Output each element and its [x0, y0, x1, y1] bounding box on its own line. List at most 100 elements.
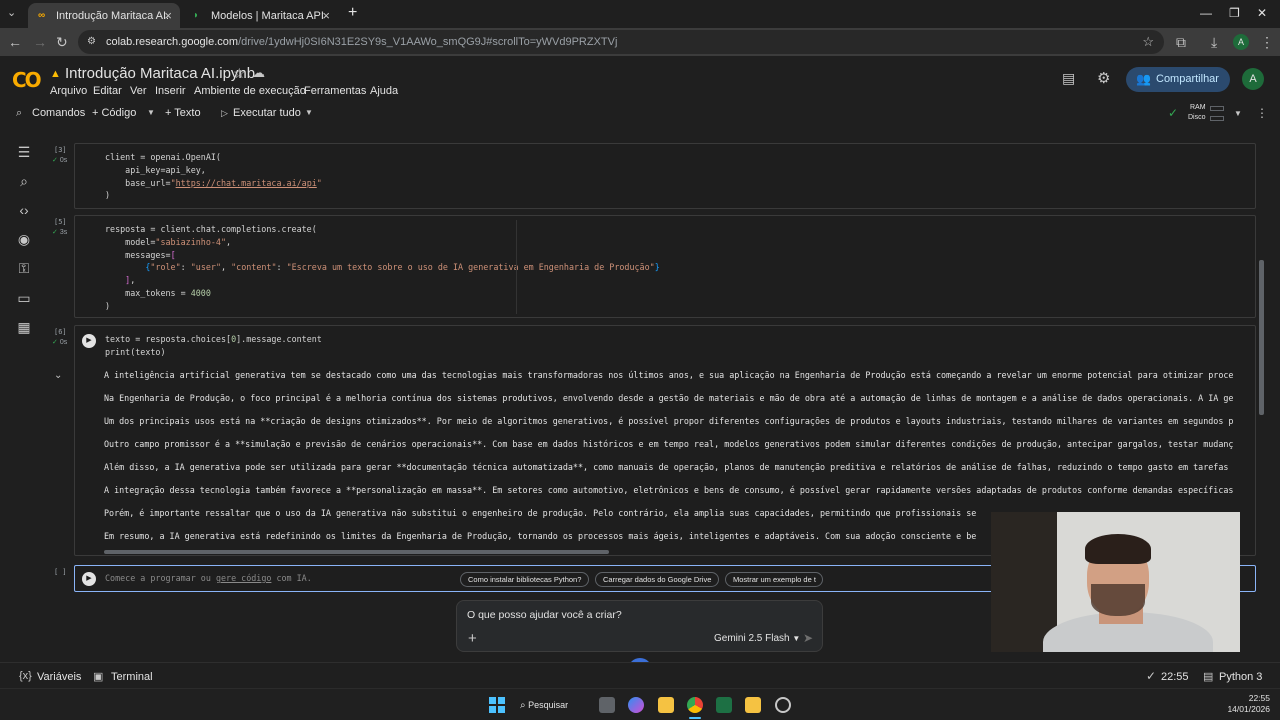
minimize-icon[interactable]: — [1200, 6, 1212, 20]
cell-execution-count: [ ] [54, 568, 67, 576]
send-icon[interactable]: ➤ [803, 631, 813, 645]
find-icon[interactable]: ⌕ [16, 173, 32, 189]
taskbar-search[interactable]: ⌕ Pesquisar [520, 695, 584, 715]
secrets-key-icon[interactable]: ⚿ [16, 260, 32, 276]
run-all-button[interactable]: Executar tudo [233, 107, 301, 119]
menu-ambiente[interactable]: Ambiente de execução [194, 85, 306, 97]
settings-gear-icon[interactable] [775, 697, 791, 713]
model-selector[interactable]: Gemini 2.5 Flash ▼ [714, 633, 800, 644]
menu-inserir[interactable]: Inserir [155, 85, 186, 97]
colab-logo[interactable]: CO [12, 68, 42, 92]
copilot-icon[interactable] [628, 697, 644, 713]
code-dropdown-icon[interactable]: ▼ [147, 108, 155, 117]
notebook-vertical-scrollbar[interactable] [1259, 260, 1264, 415]
task-view-icon[interactable] [599, 697, 615, 713]
taskbar-clock[interactable]: 22:55 14/01/2026 [1227, 693, 1270, 715]
star-icon[interactable]: ☆ [233, 65, 246, 82]
run-all-dropdown-icon[interactable]: ▼ [305, 108, 313, 117]
cell-exec-time: ✓ 3s [52, 229, 68, 236]
clock-date: 14/01/2026 [1227, 704, 1270, 714]
file-explorer-icon[interactable] [658, 697, 674, 713]
code-line: model="sabiazinho-4", [105, 236, 232, 247]
files-folder-icon[interactable]: ▭ [16, 290, 32, 306]
download-icon[interactable]: ⤓ [1211, 34, 1217, 50]
comments-icon[interactable]: ▤ [1062, 70, 1075, 87]
user-avatar[interactable]: A [1242, 68, 1264, 90]
code-snippets-icon[interactable]: ‹› [16, 202, 32, 218]
code-cell[interactable]: resposta = client.chat.completions.creat… [74, 215, 1256, 318]
profile-avatar[interactable]: A [1233, 34, 1249, 50]
variables-icon[interactable]: ◉ [16, 231, 32, 247]
output-line: Um dos principais usos está na **criação… [104, 416, 1234, 426]
share-label: Compartilhar [1156, 73, 1219, 85]
notes-icon[interactable] [745, 697, 761, 713]
site-info-icon[interactable]: ⚙ [87, 30, 96, 54]
settings-icon[interactable]: ⚙ [1097, 69, 1110, 87]
close-tab-icon[interactable]: × [322, 8, 330, 23]
run-cell-button[interactable]: ▶ [82, 334, 96, 348]
cell-execution-count: [6] [54, 328, 67, 336]
chevron-down-icon: ▼ [792, 634, 801, 643]
search-icon[interactable]: ⌕ [16, 107, 22, 120]
add-attachment-button[interactable]: + [468, 630, 477, 647]
table-of-contents-icon[interactable]: ☰ [16, 144, 32, 160]
tab-maritaca-docs[interactable]: ◗ Modelos | Maritaca API Docum × [183, 3, 338, 28]
suggestion-chip[interactable]: Carregar dados do Google Drive [595, 572, 720, 587]
output-horizontal-scrollbar[interactable] [104, 550, 609, 554]
suggestion-chip[interactable]: Como instalar bibliotecas Python? [460, 572, 590, 587]
tab-search-icon[interactable]: ⌄ [7, 5, 16, 21]
variables-icon: {x} [19, 670, 32, 682]
menu-arquivo[interactable]: Arquivo [50, 85, 87, 97]
cell-execution-count: [5] [54, 218, 67, 226]
tab-title: Introdução Maritaca AI.ipynb - C [56, 9, 168, 22]
collapse-output-icon[interactable]: ⌄ [54, 370, 62, 381]
commands-button[interactable]: Comandos [32, 107, 85, 119]
menu-ver[interactable]: Ver [130, 85, 147, 97]
notebook-title[interactable]: Introdução Maritaca AI.ipynb [65, 65, 255, 82]
gemini-prompt-input[interactable]: O que posso ajudar você a criar? [467, 609, 622, 621]
windows-taskbar: ⌕ Pesquisar 22:55 14/01/2026 [0, 688, 1280, 720]
maximize-icon[interactable]: ❐ [1229, 6, 1240, 20]
new-tab-icon[interactable]: + [348, 4, 357, 22]
code-cell[interactable]: client = openai.OpenAI( api_key=api_key,… [74, 143, 1256, 209]
generate-code-link[interactable]: gere código [216, 573, 271, 583]
share-button[interactable]: 👥 Compartilhar [1126, 67, 1230, 92]
menu-editar[interactable]: Editar [93, 85, 122, 97]
reload-icon[interactable]: ↻ [56, 34, 68, 50]
add-text-button[interactable]: + Texto [165, 107, 201, 119]
output-line: A integração dessa tecnologia também fav… [104, 485, 1234, 495]
close-window-icon[interactable]: ✕ [1257, 6, 1267, 20]
close-tab-icon[interactable]: × [164, 8, 172, 23]
chrome-icon[interactable] [687, 697, 703, 713]
runtime-type[interactable]: Python 3 [1219, 671, 1262, 683]
more-options-icon[interactable]: ⋮ [1256, 106, 1268, 120]
variables-button[interactable]: Variáveis [37, 671, 81, 683]
bookmark-star-icon[interactable]: ☆ [1142, 30, 1154, 54]
forward-icon[interactable]: → [33, 34, 47, 50]
browser-menu-icon[interactable]: ⋮ [1260, 34, 1274, 50]
api-url-link[interactable]: https://chat.maritaca.ai/api [176, 178, 317, 188]
menu-ajuda[interactable]: Ajuda [370, 85, 398, 97]
address-bar[interactable]: ⚙ colab.research.google.com/drive/1ydwHj… [78, 30, 1164, 54]
start-button-icon[interactable] [489, 697, 505, 713]
run-cell-button[interactable]: ▶ [82, 572, 96, 586]
tab-colab[interactable]: ∞ Introdução Maritaca AI.ipynb - C × [28, 3, 180, 28]
add-code-button[interactable]: + Código [92, 107, 136, 119]
menu-ferramentas[interactable]: Ferramentas [304, 85, 366, 97]
disk-label: Disco [1188, 114, 1206, 121]
browser-toolbar: ← → ↻ ⚙ colab.research.google.com/drive/… [0, 28, 1280, 56]
code-line: {"role": "user", "content": "Escreva um … [145, 262, 660, 273]
data-table-icon[interactable]: ▦ [16, 319, 32, 335]
resources-indicator[interactable]: RAM Disco [1186, 103, 1228, 125]
gemini-prompt-box[interactable]: O que posso ajudar você a criar? + Gemin… [456, 600, 823, 652]
extensions-icon[interactable]: ⧉ [1176, 34, 1186, 50]
last-run-time[interactable]: 22:55 [1161, 671, 1189, 683]
terminal-button[interactable]: Terminal [111, 671, 153, 683]
suggestion-chip[interactable]: Mostrar um exemplo de t [725, 572, 823, 587]
cell-exec-time: ✓ 0s [52, 339, 68, 346]
back-icon[interactable]: ← [8, 34, 22, 50]
excel-icon[interactable] [716, 697, 732, 713]
resources-dropdown-icon[interactable]: ▼ [1234, 109, 1242, 118]
cloud-icon[interactable]: ☁ [252, 65, 265, 81]
drive-icon: ▲ [50, 68, 61, 80]
